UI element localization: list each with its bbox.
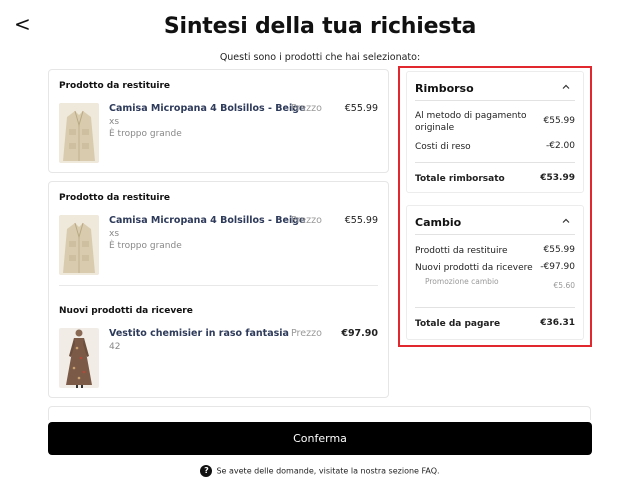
divider bbox=[415, 162, 575, 163]
exchange-row-value: -€97.90 bbox=[540, 262, 575, 272]
chevron-up-icon[interactable] bbox=[561, 82, 571, 92]
product-return-reason: È troppo grande bbox=[109, 241, 182, 251]
product-return-reason: È troppo grande bbox=[109, 129, 182, 139]
product-name: Camisa Micropana 4 Bolsillos - Beige bbox=[109, 215, 306, 226]
next-card-partial bbox=[48, 406, 591, 420]
refund-row-value: -€2.00 bbox=[545, 141, 575, 151]
page-subtitle: Questi sono i prodotti che hai seleziona… bbox=[219, 52, 421, 63]
product-size: 42 bbox=[109, 342, 121, 352]
faq-hint: ? Se avete delle domande, visitate la nos… bbox=[0, 465, 640, 477]
help-icon: ? bbox=[200, 465, 213, 477]
section-label-return: Prodotto da restituire bbox=[59, 81, 171, 91]
divider bbox=[415, 100, 575, 101]
refund-total-value: €53.99 bbox=[540, 173, 575, 183]
product-thumbnail bbox=[59, 103, 99, 163]
exchange-total-value: €36.31 bbox=[540, 318, 575, 328]
product-size: xs bbox=[109, 229, 120, 239]
return-card-1: Prodotto da restituire Camisa Micropana … bbox=[48, 69, 389, 173]
chevron-up-icon[interactable] bbox=[561, 216, 571, 226]
refund-row-label: Costi di reso bbox=[415, 142, 471, 152]
divider bbox=[415, 234, 575, 235]
exchange-total-label: Totale da pagare bbox=[415, 319, 501, 329]
exchange-row-label: Prodotti da restituire bbox=[415, 246, 508, 256]
promo-value: €5.60 bbox=[553, 281, 575, 290]
product-name: Vestito chemisier in raso fantasia bbox=[109, 328, 289, 339]
price-label: Prezzo bbox=[291, 103, 322, 114]
refund-card: Rimborso Al metodo di pagamento original… bbox=[406, 71, 584, 193]
page-title: Sintesi della tua richiesta bbox=[163, 14, 477, 39]
product-name: Camisa Micropana 4 Bolsillos - Beige bbox=[109, 103, 306, 114]
product-price: €97.90 bbox=[341, 328, 378, 339]
divider bbox=[415, 307, 575, 308]
refund-row-value: €55.99 bbox=[543, 116, 576, 126]
exchange-title: Cambio bbox=[415, 216, 462, 229]
refund-total-label: Totale rimborsato bbox=[415, 174, 505, 184]
exchange-card: Cambio Prodotti da restituire €55.99 Nuo… bbox=[406, 205, 584, 340]
product-size: xs bbox=[109, 117, 120, 127]
divider bbox=[59, 285, 378, 286]
exchange-row-label: Nuovi prodotti da ricevere bbox=[415, 263, 533, 273]
return-card-2: Prodotto da restituire Camisa Micropana … bbox=[48, 181, 389, 398]
promo-label: Promozione cambio bbox=[425, 277, 499, 286]
section-label-new-products: Nuovi prodotti da ricevere bbox=[59, 306, 193, 316]
price-label: Prezzo bbox=[291, 215, 322, 226]
exchange-row-value: €55.99 bbox=[543, 245, 576, 255]
refund-row-label: Al metodo di pagamento originale bbox=[415, 111, 527, 133]
product-price: €55.99 bbox=[344, 103, 378, 114]
confirm-button[interactable]: Conferma bbox=[48, 422, 592, 455]
product-thumbnail bbox=[59, 215, 99, 275]
product-price: €55.99 bbox=[344, 215, 378, 226]
faq-text[interactable]: Se avete delle domande, visitate la nost… bbox=[216, 467, 439, 476]
section-label-return: Prodotto da restituire bbox=[59, 193, 171, 203]
product-thumbnail bbox=[59, 328, 99, 388]
refund-title: Rimborso bbox=[415, 82, 474, 95]
price-label: Prezzo bbox=[291, 328, 322, 339]
